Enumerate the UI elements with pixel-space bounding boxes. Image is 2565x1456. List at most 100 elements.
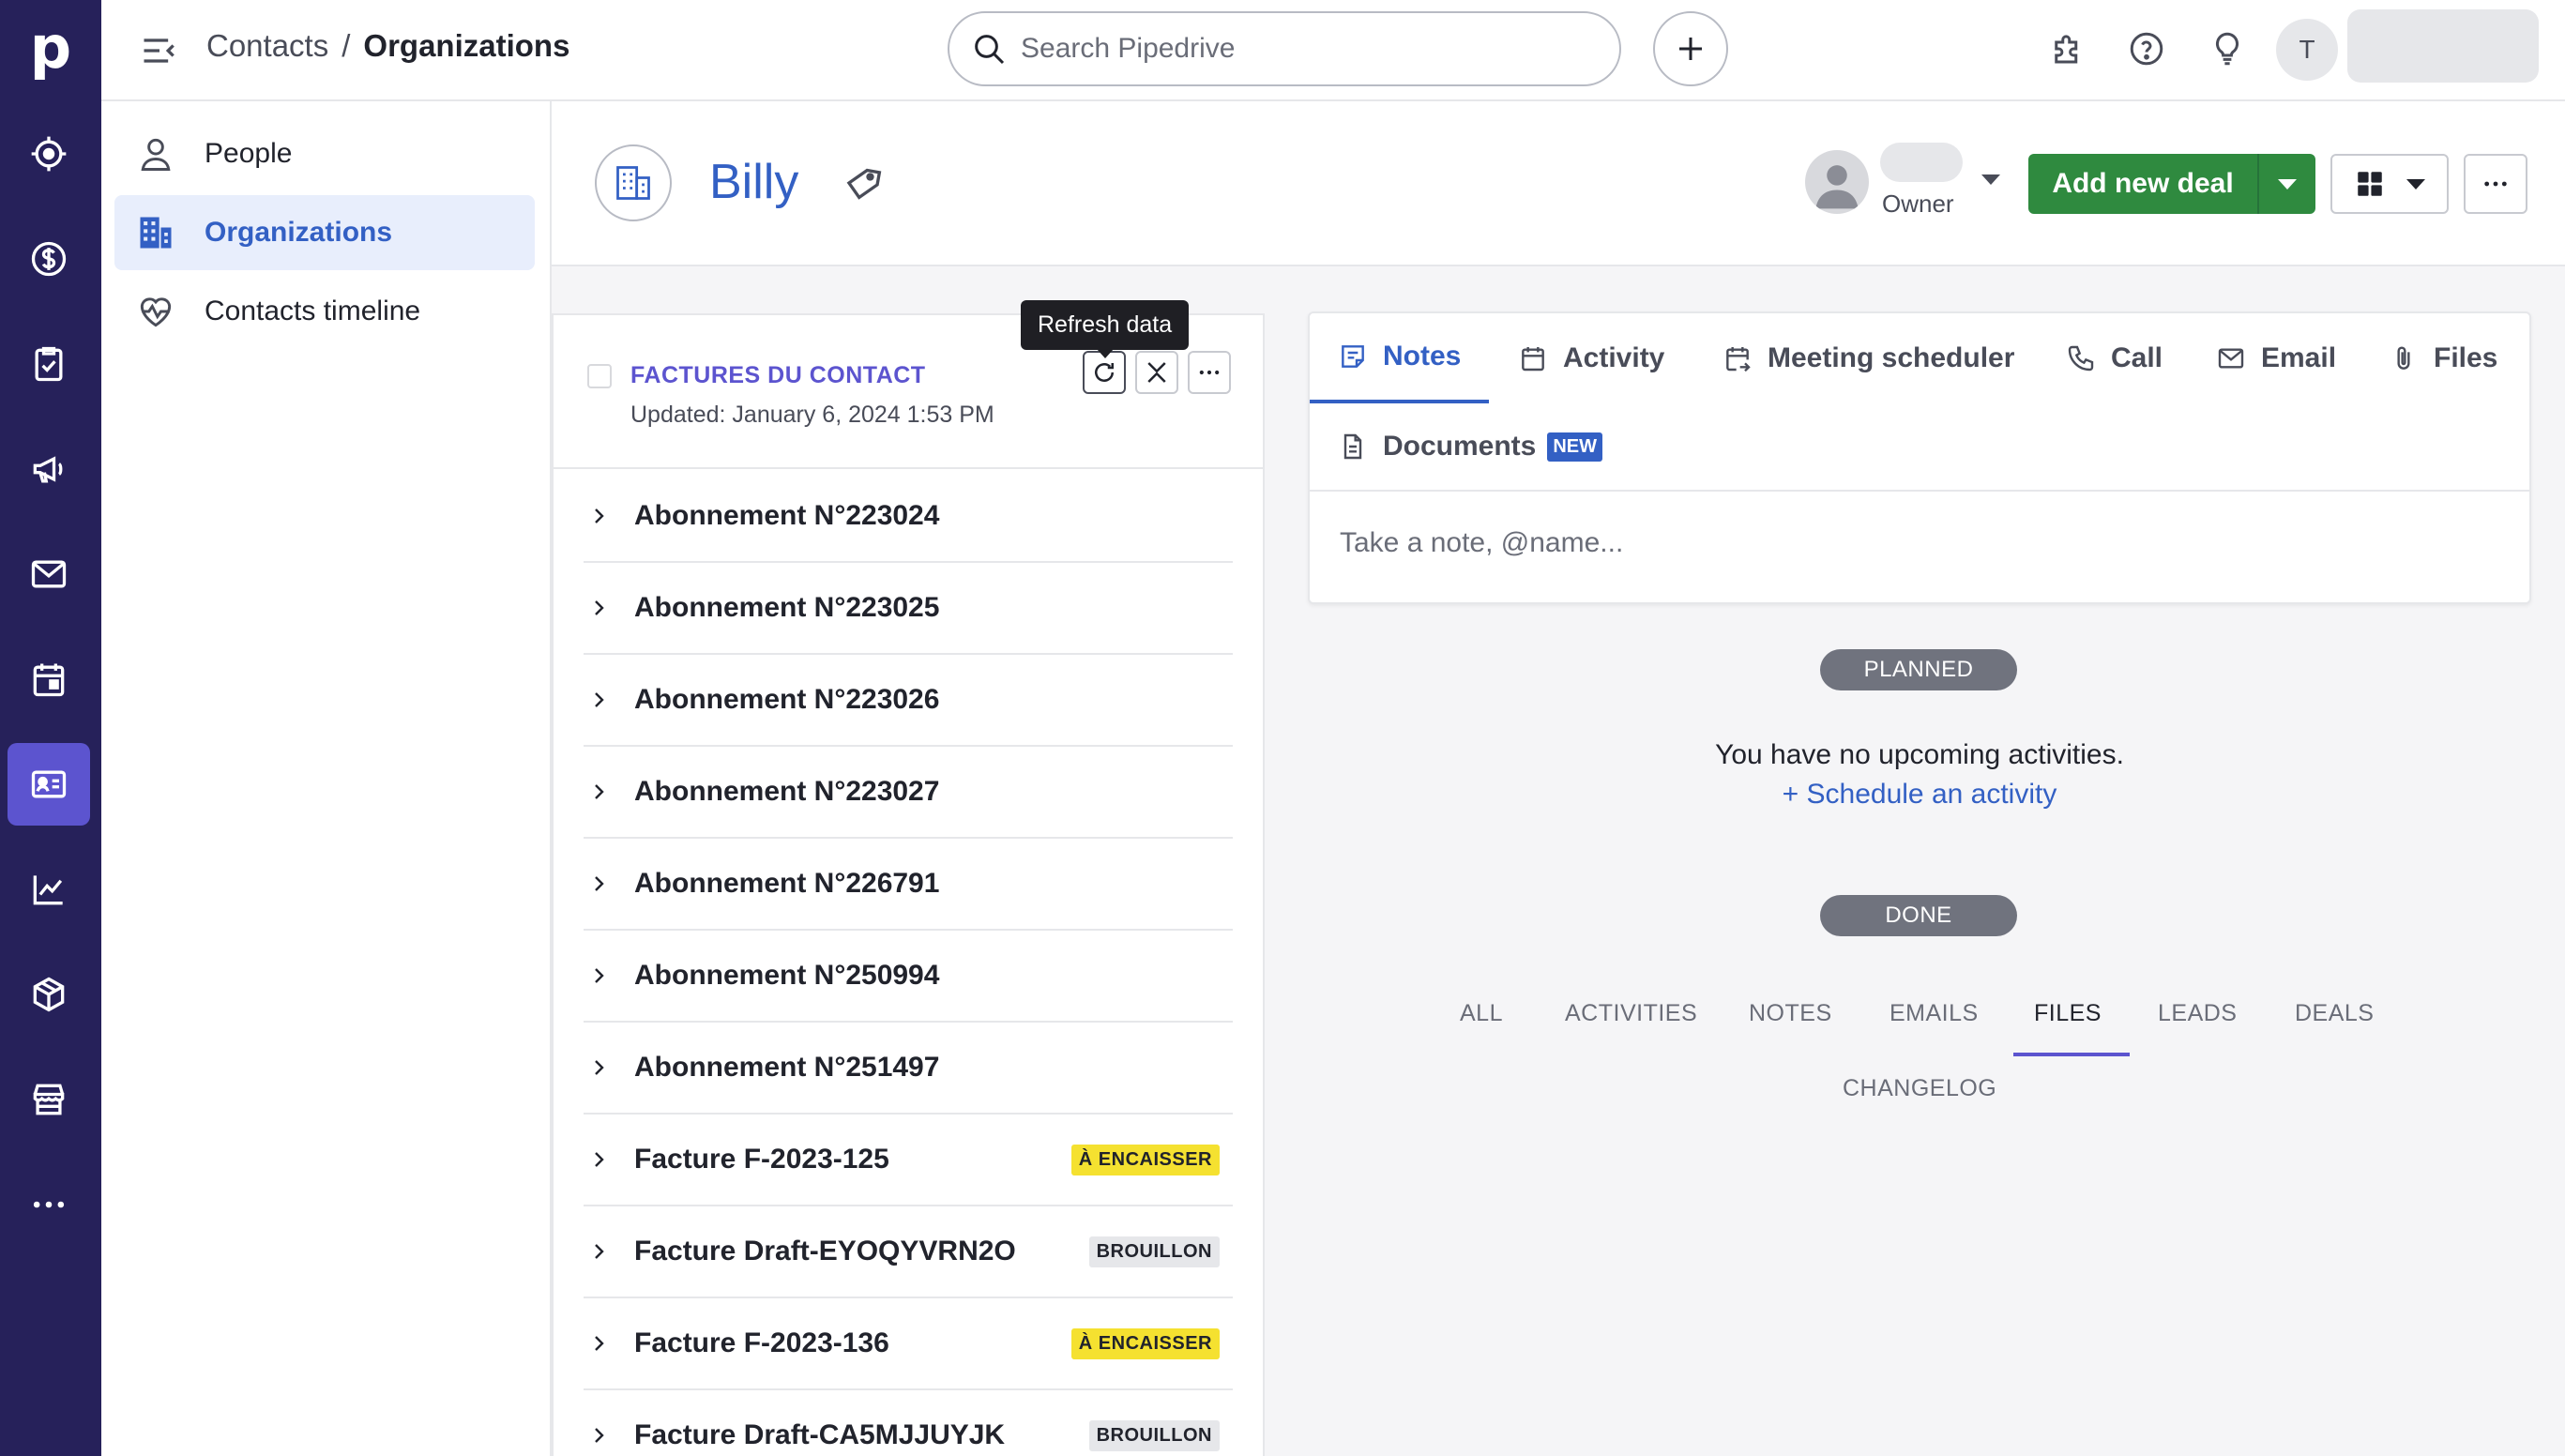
invoice-label: Abonnement N°223027 [634, 776, 940, 807]
owner-name-placeholder [1880, 143, 1963, 182]
filter-tab-files[interactable]: FILES [2034, 1000, 2102, 1027]
invoice-row[interactable]: Abonnement N°223027 [584, 747, 1233, 839]
tab-label: Email [2261, 342, 2337, 373]
add-deal-dropdown[interactable] [2257, 154, 2315, 214]
tab-call[interactable]: Call [2066, 313, 2163, 403]
invoices-panel: FACTURES DU CONTACT Updated: January 6, … [552, 313, 1265, 1456]
lightbulb-icon[interactable] [2203, 24, 2252, 73]
breadcrumb-contacts[interactable]: Contacts [206, 28, 328, 63]
invoice-label: Abonnement N°223025 [634, 592, 940, 623]
quick-add-button[interactable] [1653, 11, 1728, 86]
grid-icon [2357, 172, 2382, 196]
filter-tab-changelog[interactable]: CHANGELOG [1843, 1075, 1996, 1102]
chevron-down-icon[interactable] [1981, 174, 2000, 185]
invoice-row[interactable]: Facture F-2023-125 À ENCAISSER [584, 1115, 1233, 1206]
chevron-right-icon[interactable] [587, 1424, 610, 1447]
calendar-sync-icon [1726, 347, 1751, 372]
subnav-item-organizations[interactable]: Organizations [114, 195, 535, 270]
invoice-row[interactable]: Facture Draft-CA5MJJUYJK BROUILLON [584, 1390, 1233, 1456]
tab-activity[interactable]: Activity [1518, 313, 1664, 403]
chevron-right-icon[interactable] [587, 1148, 610, 1171]
chart-icon[interactable] [8, 848, 90, 931]
org-name[interactable]: Billy [709, 154, 798, 210]
tab-files[interactable]: Files [2389, 313, 2497, 403]
tab-label: Documents [1383, 431, 1537, 462]
org-avatar [595, 144, 672, 221]
filter-tab-emails[interactable]: EMAILS [1890, 1000, 1979, 1027]
tag-icon[interactable] [844, 165, 882, 203]
collapse-button[interactable] [1135, 351, 1178, 394]
subnav-item-contacts-timeline[interactable]: Contacts timeline [114, 274, 535, 349]
filter-tab-notes[interactable]: NOTES [1749, 1000, 1832, 1027]
invoice-label: Facture Draft-CA5MJJUYJK [634, 1419, 1006, 1450]
activity-composer: Notes Activity Meeting scheduler Call Em… [1308, 311, 2531, 604]
search-box[interactable] [948, 11, 1621, 86]
panel-more-button[interactable] [1188, 351, 1231, 394]
target-icon[interactable] [8, 113, 90, 195]
calendar-icon[interactable] [8, 638, 90, 720]
schedule-activity-link[interactable]: + Schedule an activity [1308, 779, 2531, 811]
caret-down-icon [2406, 178, 2426, 190]
new-badge: NEW [1547, 432, 1603, 462]
chevron-right-icon[interactable] [587, 505, 610, 527]
tab-meeting-scheduler[interactable]: Meeting scheduler [1723, 313, 2014, 403]
pipedrive-logo[interactable]: p [0, 0, 101, 94]
account-switcher[interactable] [2347, 9, 2539, 83]
invoice-label: Abonnement N°251497 [634, 1052, 940, 1083]
clipboard-check-icon[interactable] [8, 323, 90, 405]
chevron-right-icon[interactable] [587, 597, 610, 619]
note-input[interactable] [1340, 527, 2466, 559]
megaphone-icon[interactable] [8, 428, 90, 510]
tab-notes[interactable]: Notes [1310, 313, 1490, 403]
more-icon [2484, 181, 2507, 187]
mail-icon[interactable] [8, 533, 90, 615]
invoice-row[interactable]: Abonnement N°250994 [584, 931, 1233, 1023]
invoice-row[interactable]: Abonnement N°223026 [584, 655, 1233, 747]
tab-documents[interactable]: Documents NEW [1338, 402, 1603, 492]
subnav-label: Organizations [205, 217, 393, 248]
chevron-right-icon[interactable] [587, 964, 610, 987]
invoice-row[interactable]: Facture F-2023-136 À ENCAISSER [584, 1298, 1233, 1390]
filter-tab-leads[interactable]: LEADS [2158, 1000, 2237, 1027]
tab-label: Meeting scheduler [1768, 342, 2015, 373]
owner-avatar[interactable] [1805, 150, 1869, 214]
collapse-menu-icon[interactable] [139, 30, 180, 71]
more-actions-button[interactable] [2464, 154, 2527, 214]
invoice-row[interactable]: Facture Draft-EYOQYVRN2O BROUILLON [584, 1206, 1233, 1298]
filter-tab-deals[interactable]: DEALS [2295, 1000, 2374, 1027]
store-icon[interactable] [8, 1058, 90, 1141]
chevron-right-icon[interactable] [587, 872, 610, 895]
invoice-row[interactable]: Abonnement N°223024 [584, 471, 1233, 563]
chevron-right-icon[interactable] [587, 1332, 610, 1355]
search-input[interactable] [1021, 33, 1584, 65]
breadcrumb-separator: / [341, 28, 351, 63]
invoice-row[interactable]: Abonnement N°226791 [584, 839, 1233, 931]
box-icon[interactable] [8, 953, 90, 1036]
subnav-label: People [205, 138, 293, 169]
invoice-label: Abonnement N°226791 [634, 868, 940, 899]
more-icon [1199, 370, 1220, 375]
help-icon[interactable] [2122, 24, 2171, 73]
user-avatar[interactable]: T [2276, 19, 2338, 81]
filter-tab-activities[interactable]: ACTIVITIES [1565, 1000, 1697, 1027]
chevron-right-icon[interactable] [587, 689, 610, 711]
filter-tab-all[interactable]: ALL [1460, 1000, 1503, 1027]
add-new-deal-button[interactable]: Add new deal [2028, 154, 2315, 214]
person-icon [141, 138, 171, 171]
tab-email[interactable]: Email [2216, 313, 2336, 403]
subnav-item-people[interactable]: People [114, 116, 535, 191]
planned-divider: PLANNED [1820, 649, 2017, 690]
more-icon[interactable] [8, 1163, 90, 1246]
layout-view-button[interactable] [2330, 154, 2449, 214]
tab-label: Activity [1563, 342, 1665, 373]
chevron-right-icon[interactable] [587, 781, 610, 803]
done-divider: DONE [1820, 895, 2017, 936]
no-activities-message: You have no upcoming activities. [1715, 739, 2124, 770]
puzzle-icon[interactable] [2043, 24, 2092, 73]
invoice-row[interactable]: Abonnement N°251497 [584, 1023, 1233, 1115]
dollar-icon[interactable] [8, 218, 90, 300]
chevron-right-icon[interactable] [587, 1056, 610, 1079]
contacts-card-icon[interactable] [8, 743, 90, 826]
invoice-row[interactable]: Abonnement N°223025 [584, 563, 1233, 655]
chevron-right-icon[interactable] [587, 1240, 610, 1263]
